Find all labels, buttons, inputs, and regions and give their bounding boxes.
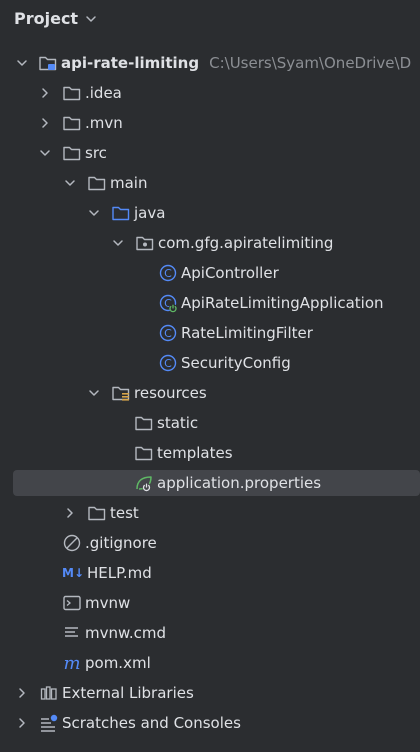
tree-node-package[interactable]: com.gfg.apiratelimiting	[0, 228, 420, 258]
markdown-icon: M↓	[62, 566, 84, 580]
project-panel-header: Project	[0, 0, 420, 36]
folder-icon	[62, 113, 82, 133]
tree-node-test[interactable]: test	[0, 498, 420, 528]
tree-node-application[interactable]: C ApiRateLimitingApplication	[0, 288, 420, 318]
tree-node-label: api-rate-limiting	[61, 54, 200, 72]
tree-node-templates[interactable]: templates	[0, 438, 420, 468]
folder-icon	[62, 143, 82, 163]
svg-text:C: C	[164, 267, 172, 280]
tree-node-resources[interactable]: resources	[0, 378, 420, 408]
chevron-right-icon[interactable]	[14, 685, 30, 701]
tree-node-help-md[interactable]: M↓ HELP.md	[0, 558, 420, 588]
ignore-file-icon	[62, 533, 82, 553]
tree-node-main[interactable]: main	[0, 168, 420, 198]
chevron-down-icon[interactable]	[14, 55, 30, 71]
tree-node-java[interactable]: java	[0, 198, 420, 228]
library-icon	[39, 683, 59, 703]
tree-node-label: External Libraries	[62, 684, 194, 702]
maven-icon: m	[63, 652, 81, 674]
source-folder-icon	[111, 203, 131, 223]
svg-text:C: C	[164, 327, 172, 340]
tree-node-label: pom.xml	[85, 654, 151, 672]
tree-node-label: main	[110, 174, 148, 192]
spring-boot-class-icon: C	[158, 293, 178, 313]
package-icon	[135, 233, 155, 253]
java-class-icon: C	[158, 323, 178, 343]
tree-node-label: mvnw	[85, 594, 131, 612]
spring-properties-icon	[134, 473, 154, 493]
tree-node-label: test	[110, 504, 139, 522]
chevron-right-icon[interactable]	[37, 85, 53, 101]
tree-node-scratches[interactable]: Scratches and Consoles	[0, 708, 420, 738]
resources-folder-icon	[111, 383, 131, 403]
tree-node-idea[interactable]: .idea	[0, 78, 420, 108]
tree-node-label: .gitignore	[85, 534, 157, 552]
scratches-icon	[39, 713, 59, 733]
chevron-down-icon[interactable]	[85, 15, 97, 23]
folder-icon	[62, 83, 82, 103]
tree-node-label: templates	[157, 444, 233, 462]
chevron-down-icon[interactable]	[37, 145, 53, 161]
chevron-right-icon[interactable]	[14, 715, 30, 731]
folder-icon	[134, 413, 154, 433]
tree-node-src[interactable]: src	[0, 138, 420, 168]
folder-icon	[87, 503, 107, 523]
tree-node-label: HELP.md	[87, 564, 152, 582]
chevron-down-icon[interactable]	[62, 175, 78, 191]
tree-node-filter[interactable]: C RateLimitingFilter	[0, 318, 420, 348]
tree-node-label: mvnw.cmd	[85, 624, 167, 642]
tree-node-mvnw-cmd[interactable]: mvnw.cmd	[0, 618, 420, 648]
panel-title: Project	[14, 8, 79, 28]
tree-node-security-config[interactable]: C SecurityConfig	[0, 348, 420, 378]
tree-node-application-properties[interactable]: application.properties	[0, 468, 420, 498]
tree-node-label: application.properties	[157, 474, 322, 492]
tree-node-gitignore[interactable]: .gitignore	[0, 528, 420, 558]
shell-script-icon	[62, 593, 82, 613]
tree-node-label: com.gfg.apiratelimiting	[158, 234, 334, 252]
tree-node-label: ApiRateLimitingApplication	[181, 294, 384, 312]
module-folder-icon	[38, 53, 58, 73]
text-file-icon	[62, 623, 82, 643]
tree-node-label: Scratches and Consoles	[62, 714, 241, 732]
tree-node-label: ApiController	[181, 264, 279, 282]
tree-node-label: static	[157, 414, 199, 432]
svg-text:C: C	[164, 357, 172, 370]
chevron-down-icon[interactable]	[86, 385, 102, 401]
tree-node-api-controller[interactable]: C ApiController	[0, 258, 420, 288]
chevron-right-icon[interactable]	[62, 505, 78, 521]
java-class-icon: C	[158, 353, 178, 373]
project-path: C:\Users\Syam\OneDrive\D	[209, 54, 412, 72]
tree-node-pom-xml[interactable]: m pom.xml	[0, 648, 420, 678]
tree-node-label: java	[134, 204, 166, 222]
tree-node-label: .mvn	[85, 114, 123, 132]
java-class-icon: C	[158, 263, 178, 283]
chevron-right-icon[interactable]	[37, 115, 53, 131]
tree-node-label: .idea	[85, 84, 122, 102]
tree-node-label: RateLimitingFilter	[181, 324, 313, 342]
tree-node-root[interactable]: api-rate-limiting C:\Users\Syam\OneDrive…	[0, 48, 420, 78]
chevron-down-icon[interactable]	[110, 235, 126, 251]
tree-node-mvn[interactable]: .mvn	[0, 108, 420, 138]
tree-node-external-libraries[interactable]: External Libraries	[0, 678, 420, 708]
tree-node-label: src	[85, 144, 107, 162]
tree-node-static[interactable]: static	[0, 408, 420, 438]
folder-icon	[134, 443, 154, 463]
tree-node-label: resources	[134, 384, 207, 402]
project-tree: api-rate-limiting C:\Users\Syam\OneDrive…	[0, 48, 420, 738]
tree-node-mvnw[interactable]: mvnw	[0, 588, 420, 618]
tree-node-label: SecurityConfig	[181, 354, 291, 372]
chevron-down-icon[interactable]	[86, 205, 102, 221]
folder-icon	[87, 173, 107, 193]
